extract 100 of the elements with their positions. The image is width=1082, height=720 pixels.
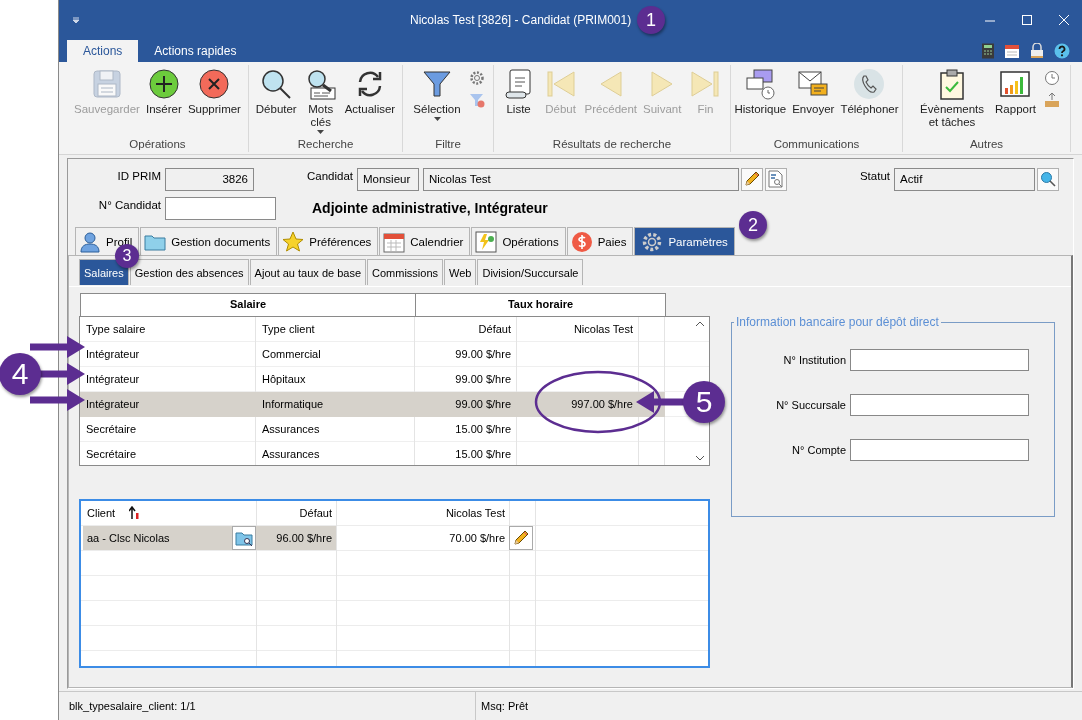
sub-tab[interactable]: Commissions xyxy=(367,259,444,285)
ribbon-button[interactable]: Rapport xyxy=(993,68,1038,116)
table-cell-text: Intégrateur xyxy=(85,347,141,362)
ribbon-group-label: Autres xyxy=(968,137,1005,152)
scroll-down-icon xyxy=(696,456,704,461)
scroll-up-icon xyxy=(696,321,704,326)
tab[interactable]: Gestion documents xyxy=(140,227,278,255)
edit-button[interactable] xyxy=(741,167,763,191)
tab[interactable]: Paramètres xyxy=(634,227,735,255)
tab[interactable]: Opérations xyxy=(471,227,566,255)
ribbon-button[interactable]: Supprimer xyxy=(185,68,243,116)
field-label: N° Succursale xyxy=(775,399,847,411)
calculator-icon xyxy=(981,43,995,59)
table-cell-text: 15.00 $/hre xyxy=(454,447,512,462)
column-header[interactable]: Nicolas Test xyxy=(517,317,639,342)
column-header[interactable]: Type salaire xyxy=(80,317,256,342)
ribbon-group-label: Résultats de recherche xyxy=(551,137,673,152)
table-cell-text: 997.00 $/hre xyxy=(570,397,634,412)
ribbon-button[interactable]: Mots clés xyxy=(300,68,341,135)
dollar-coin-icon xyxy=(570,230,593,253)
gear-icon xyxy=(641,230,664,253)
ribbon-group-label: Opérations xyxy=(128,137,187,152)
input-field[interactable] xyxy=(850,439,1029,461)
ribbon-button[interactable]: Évènements et tâches xyxy=(913,68,992,129)
maximize-icon xyxy=(1021,15,1032,25)
skip-forward-icon xyxy=(689,68,722,100)
ribbon-button[interactable]: Sélection xyxy=(411,68,463,122)
tab[interactable]: Calendrier xyxy=(379,227,471,255)
column-header[interactable]: Type client xyxy=(256,317,415,342)
title-field[interactable]: Monsieur xyxy=(357,167,419,191)
ribbon-group-label: Filtre xyxy=(434,137,462,152)
field-label: N° Institution xyxy=(782,354,847,366)
caret-icon xyxy=(433,117,441,122)
ribbon-group-label: Recherche xyxy=(296,137,355,152)
lock-icon xyxy=(1029,43,1045,59)
table-cell-text: Assurances xyxy=(261,447,321,462)
input-field[interactable] xyxy=(850,394,1029,416)
ribbon-button[interactable]: Téléphoner xyxy=(838,68,901,116)
ribbon-button[interactable]: Historique xyxy=(732,68,789,116)
sub-tab[interactable]: Gestion des absences xyxy=(129,259,249,285)
ribbon-button[interactable]: Insérer xyxy=(143,68,184,116)
table-cell-text: Commercial xyxy=(261,347,322,362)
plus-circle-icon xyxy=(147,68,180,100)
id-field[interactable]: 3826 xyxy=(165,167,254,191)
column-header[interactable]: Défaut xyxy=(415,317,517,342)
chat-clock-icon xyxy=(744,68,777,100)
funnel-icon xyxy=(421,68,453,100)
browse-button[interactable] xyxy=(232,526,256,550)
ribbon-button[interactable]: Débuter xyxy=(253,68,299,116)
column-group-header: Salaire xyxy=(80,293,416,316)
sort-up-icon xyxy=(129,506,140,520)
ribbon-button[interactable]: Liste xyxy=(498,68,539,116)
document-search-icon xyxy=(768,170,784,188)
window-title: Nicolas Test [3826] - Candidat (PRIM001) xyxy=(410,13,632,27)
pencil-icon xyxy=(512,529,530,547)
selected-row[interactable]: Intégrateur Informatique 99.00 $/hre 997.00 $/hre xyxy=(80,392,665,417)
ribbon-tab[interactable]: Actions xyxy=(67,40,139,62)
funnel-remove-icon xyxy=(468,92,485,108)
column-header[interactable]: Défaut xyxy=(256,501,336,525)
table-cell-text: Assurances xyxy=(261,422,321,437)
table-cell-text: 70.00 $/hre xyxy=(448,531,506,546)
column-header[interactable]: Nicolas Test xyxy=(336,501,509,525)
table-cell-text: aa - Clsc Nicolas xyxy=(87,531,170,546)
help-icon xyxy=(1054,43,1070,59)
cv-button[interactable] xyxy=(765,167,787,191)
sub-tab[interactable]: Web xyxy=(444,259,477,285)
search-button[interactable] xyxy=(1037,167,1059,191)
ribbon-button[interactable]: Actualiser xyxy=(342,68,398,116)
sub-tab[interactable]: Division/Succursale xyxy=(477,259,584,285)
table-cell: 96.00 $/hre xyxy=(256,526,336,550)
table-cell-text: Informatique xyxy=(261,397,325,412)
clock-icon xyxy=(1043,70,1060,86)
ribbon-button[interactable]: Envoyer xyxy=(790,68,837,116)
column-header[interactable]: Client xyxy=(87,501,116,525)
search-icon xyxy=(1040,171,1056,187)
sub-tab[interactable]: Ajout au taux de base xyxy=(249,259,367,285)
input-field[interactable] xyxy=(850,349,1029,371)
gear-icon xyxy=(468,70,485,86)
table-cell-text: Intégrateur xyxy=(85,372,141,387)
calendar-icon xyxy=(383,230,406,253)
table-cell-text: Secrétaire xyxy=(85,447,138,462)
field-label: N° Candidat xyxy=(97,198,162,211)
candidate-number-field[interactable] xyxy=(165,196,276,220)
table-cell-text: Secrétaire xyxy=(85,422,138,437)
person-icon xyxy=(79,230,101,253)
bar-chart-icon xyxy=(999,68,1032,100)
table-cell-text: 99.00 $/hre xyxy=(454,347,512,362)
candidate-heading: Adjointe administrative, Intégrateur xyxy=(312,200,548,216)
folder-search-icon xyxy=(235,530,253,546)
calendar-icon xyxy=(1004,43,1020,59)
name-field[interactable]: Nicolas Test xyxy=(423,167,739,191)
tab[interactable]: Préférences xyxy=(278,227,379,255)
x-circle-icon xyxy=(198,68,231,100)
skip-back-icon xyxy=(544,68,577,100)
edit-button[interactable] xyxy=(509,526,533,550)
ribbon-tab[interactable]: Actions rapides xyxy=(138,40,253,62)
status-message: Msq: Prêt xyxy=(480,700,529,713)
close-icon xyxy=(1058,15,1069,25)
tab[interactable]: Paies xyxy=(566,227,634,255)
status-field[interactable]: Actif xyxy=(894,167,1035,191)
